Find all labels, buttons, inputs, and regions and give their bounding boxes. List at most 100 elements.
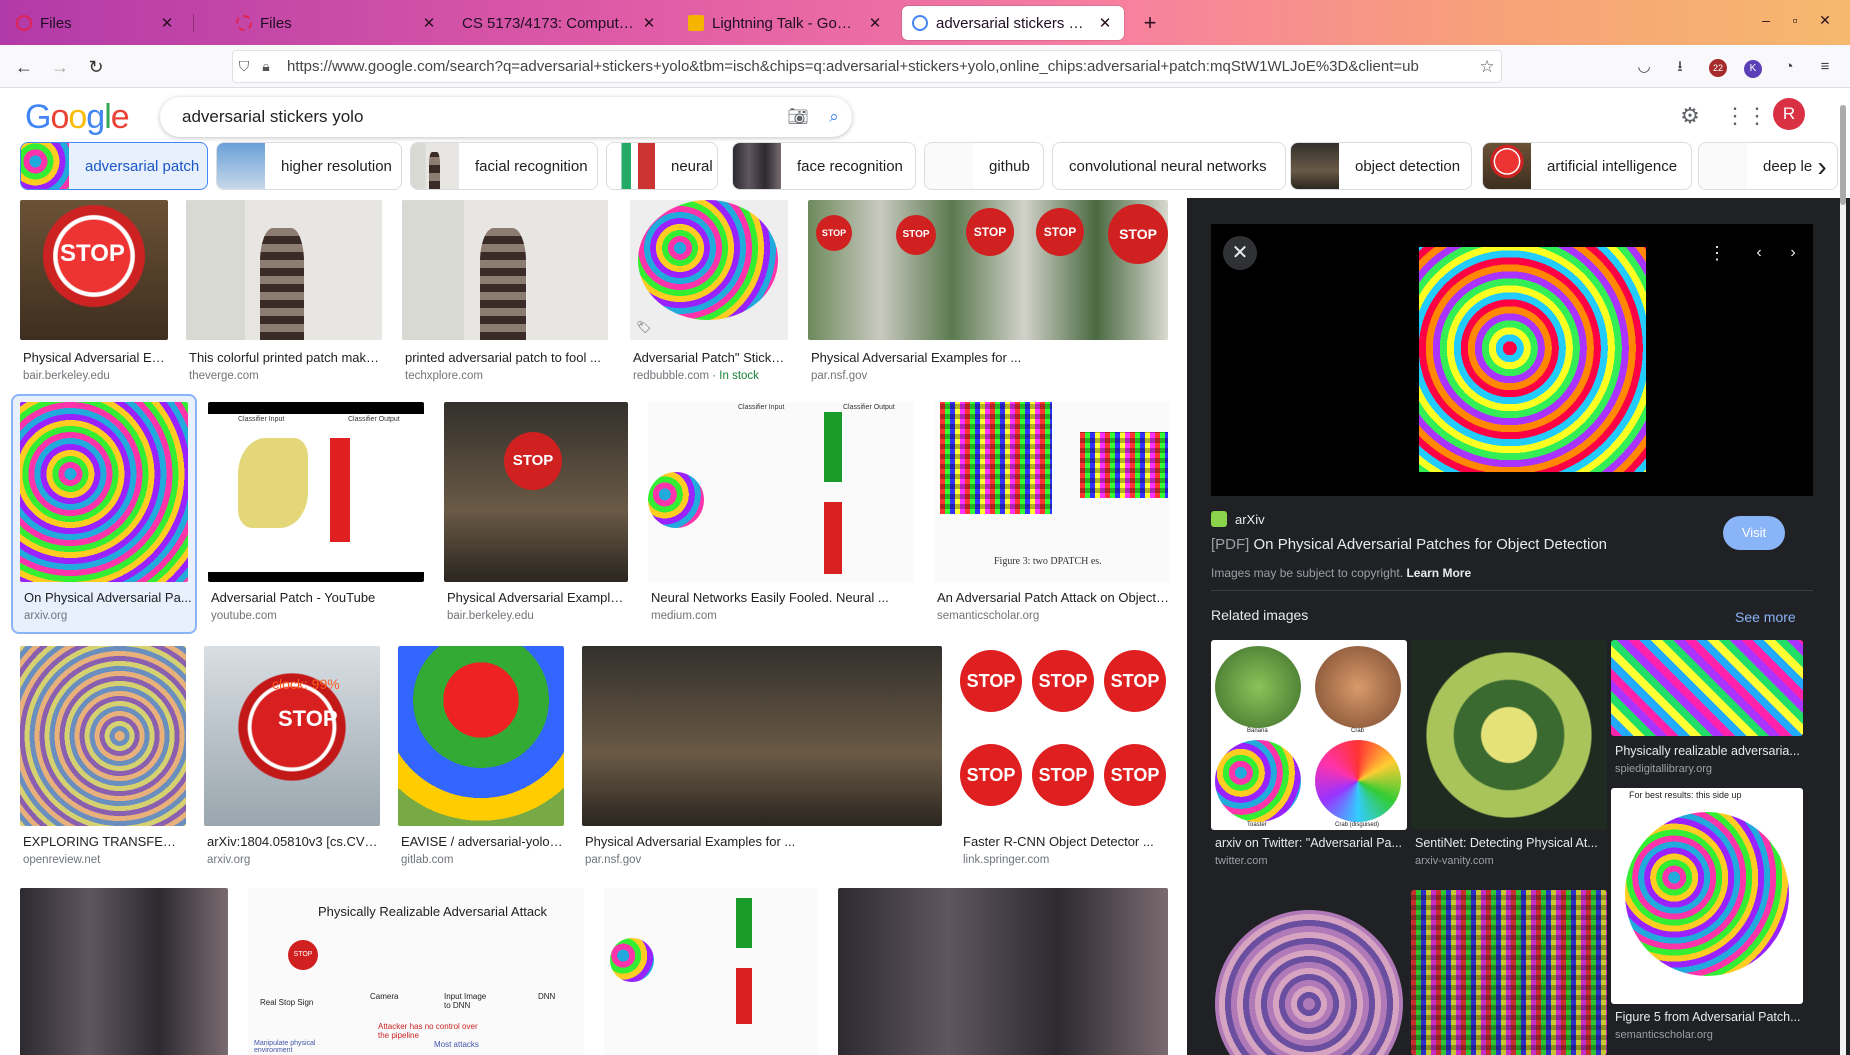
result-image[interactable]: Physically Realizable Adversarial Attack… [248,888,584,1055]
chip-adversarial-patch[interactable]: adversarial patch [20,142,208,190]
maximize-icon[interactable]: ▫ [1785,12,1805,28]
result-image[interactable]: STOP [444,402,628,582]
result-image[interactable] [604,888,818,1055]
related-image[interactable] [1211,906,1407,1055]
result-card[interactable]: Physical Adversarial Examples for ... pa… [582,646,942,870]
tab-files-2[interactable]: Files ✕ [226,6,448,40]
see-more-link[interactable]: See more [1735,609,1796,625]
chip-higher-resolution[interactable]: higher resolution [216,142,402,190]
result-title[interactable]: Physical Adversarial Ex... [23,350,168,365]
result-image[interactable]: Classifier Input Classifier Output [648,402,914,582]
result-title[interactable]: This colorful printed patch make... [189,350,381,365]
apps-grid-icon[interactable]: ⋮⋮⋮ [1724,100,1790,132]
result-card[interactable] [838,888,1168,1055]
close-icon[interactable]: ✕ [420,14,438,32]
related-image[interactable]: Banana Crab Toaster Crab (disguised) [1211,640,1407,830]
related-title[interactable]: Figure 5 from Adversarial Patch... [1615,1010,1803,1024]
related-title[interactable]: SentiNet: Detecting Physical At... [1415,836,1605,850]
more-vert-icon[interactable]: ⋮ [1700,236,1734,270]
result-image[interactable] [20,888,228,1055]
new-tab-button[interactable]: + [1136,10,1164,36]
close-window-icon[interactable]: ✕ [1815,12,1835,29]
result-card[interactable]: EAVISE / adversarial-yolo · ... gitlab.c… [398,646,564,870]
bookmark-star-icon[interactable]: ☆ [1473,57,1501,77]
chip-github[interactable]: github [924,142,1044,190]
settings-gear-icon[interactable]: ⚙ [1674,100,1706,132]
preview-title[interactable]: [PDF] On Physical Adversarial Patches fo… [1211,536,1607,553]
close-icon[interactable]: ✕ [158,14,176,32]
result-card[interactable]: printed adversarial patch to fool ... te… [402,200,608,382]
result-card[interactable]: clock: 99% STOP arXiv:1804.05810v3 [cs.C… [204,646,380,870]
search-input[interactable]: adversarial stickers yolo [160,107,780,127]
google-logo[interactable]: Google [25,98,130,137]
tab-cs5173[interactable]: CS 5173/4173: Computer Se ✕ [452,6,668,40]
play-icon[interactable]: ▶ [214,556,222,569]
result-card[interactable]: Classifier Input Classifier Output ▶ Adv… [208,402,424,626]
result-image[interactable] [20,402,188,582]
reload-icon[interactable]: ↻ [84,55,108,79]
clock-extension-icon[interactable]: ◔ [1777,55,1801,79]
result-card[interactable]: Classifier Input Classifier Output Neura… [648,402,914,626]
result-title[interactable]: Physical Adversarial Examples for ... [811,350,1111,365]
address-bar[interactable]: ⛉ 🔒︎ https://www.google.com/search?q=adv… [232,50,1502,83]
result-title[interactable]: arXiv:1804.05810v3 [cs.CV] ... [207,834,379,849]
preview-image[interactable] [1419,247,1646,472]
result-title[interactable]: Faster R-CNN Object Detector ... [963,834,1167,849]
result-image[interactable] [582,646,942,826]
result-image[interactable]: Classifier Input Classifier Output ▶ [208,402,424,582]
result-card[interactable] [20,888,228,1055]
result-title[interactable]: Neural Networks Easily Fooled. Neural ..… [651,590,913,605]
extension-shield-icon[interactable]: 22 [1706,55,1730,79]
search-icon[interactable]: ⌕ [816,107,852,127]
lock-icon[interactable]: 🔒︎ [255,58,277,75]
page-scrollbar[interactable] [1840,105,1846,1055]
preview-title-text[interactable]: On Physical Adversarial Patches for Obje… [1254,536,1608,553]
related-image[interactable] [1611,640,1803,736]
avatar[interactable]: R [1773,98,1805,130]
download-icon[interactable]: ⭳ [1668,55,1692,79]
result-image[interactable]: Figure 3: two DPATCH es. [934,402,1170,582]
result-card[interactable] [604,888,818,1055]
related-image[interactable]: For best results: this side up [1611,788,1803,1004]
minimize-icon[interactable]: – [1756,12,1776,28]
camera-icon[interactable]: 📷︎ [780,107,816,127]
back-icon[interactable]: ← [12,55,36,79]
result-title[interactable]: Adversarial Patch - YouTube [211,590,421,605]
result-title[interactable]: An Adversarial Patch Attack on Object ..… [937,590,1169,605]
result-card-selected[interactable]: On Physical Adversarial Pa... arxiv.org [11,394,197,634]
tab-google-search[interactable]: adversarial stickers yolo - ✕ [902,6,1124,40]
result-title[interactable]: printed adversarial patch to fool ... [405,350,607,365]
result-card[interactable]: Figure 3: two DPATCH es. An Adversarial … [934,402,1170,626]
chip-convolutional-neural-networks[interactable]: convolutional neural networks [1052,142,1286,190]
visit-button[interactable]: Visit [1723,516,1785,550]
close-icon[interactable]: ✕ [866,14,884,32]
result-card[interactable]: STOP Physical Adversarial Example... bai… [444,402,628,626]
chip-facial-recognition[interactable]: facial recognition [410,142,598,190]
close-icon[interactable]: ✕ [1096,14,1114,32]
menu-icon[interactable]: ≡ [1813,55,1837,79]
result-image[interactable]: 🏷︎ [630,200,788,340]
related-image[interactable] [1411,890,1607,1055]
result-card[interactable]: STOP STOP STOP STOP STOP STOP Faster R-C… [960,646,1168,870]
result-title[interactable]: EAVISE / adversarial-yolo · ... [401,834,563,849]
result-card[interactable]: STOP Physical Adversarial Ex... bair.ber… [20,200,168,382]
related-image-card[interactable] [1411,890,1607,1055]
tab-lightning-talk[interactable]: Lightning Talk - Google Sl ✕ [678,6,894,40]
learn-more-link[interactable]: Learn More [1406,566,1471,580]
scrollbar-thumb[interactable] [1840,105,1846,205]
chip-artificial-intelligence[interactable]: artificial intelligence [1482,142,1692,190]
chip-neural[interactable]: neural [606,142,718,190]
result-card[interactable]: 🏷︎ Adversarial Patch" Sticker... redbubb… [630,200,788,382]
result-image[interactable] [20,646,186,826]
search-box[interactable]: adversarial stickers yolo 📷︎ ⌕ [160,97,852,137]
related-title[interactable]: arxiv on Twitter: "Adversarial Pa... [1215,836,1405,850]
related-image-card[interactable]: Physically realizable adversaria... spie… [1611,640,1803,780]
source-site[interactable]: arXiv [1211,511,1265,527]
related-title[interactable]: Physically realizable adversaria... [1615,744,1803,758]
chevron-right-icon[interactable]: › [1804,150,1840,186]
shield-icon[interactable]: ⛉ [233,58,255,75]
result-title[interactable]: EXPLORING TRANSFERRA... [23,834,185,849]
result-title[interactable]: Adversarial Patch" Sticker... [633,350,788,365]
result-card[interactable]: EXPLORING TRANSFERRA... openreview.net [20,646,186,870]
result-card[interactable]: This colorful printed patch make... thev… [186,200,382,382]
